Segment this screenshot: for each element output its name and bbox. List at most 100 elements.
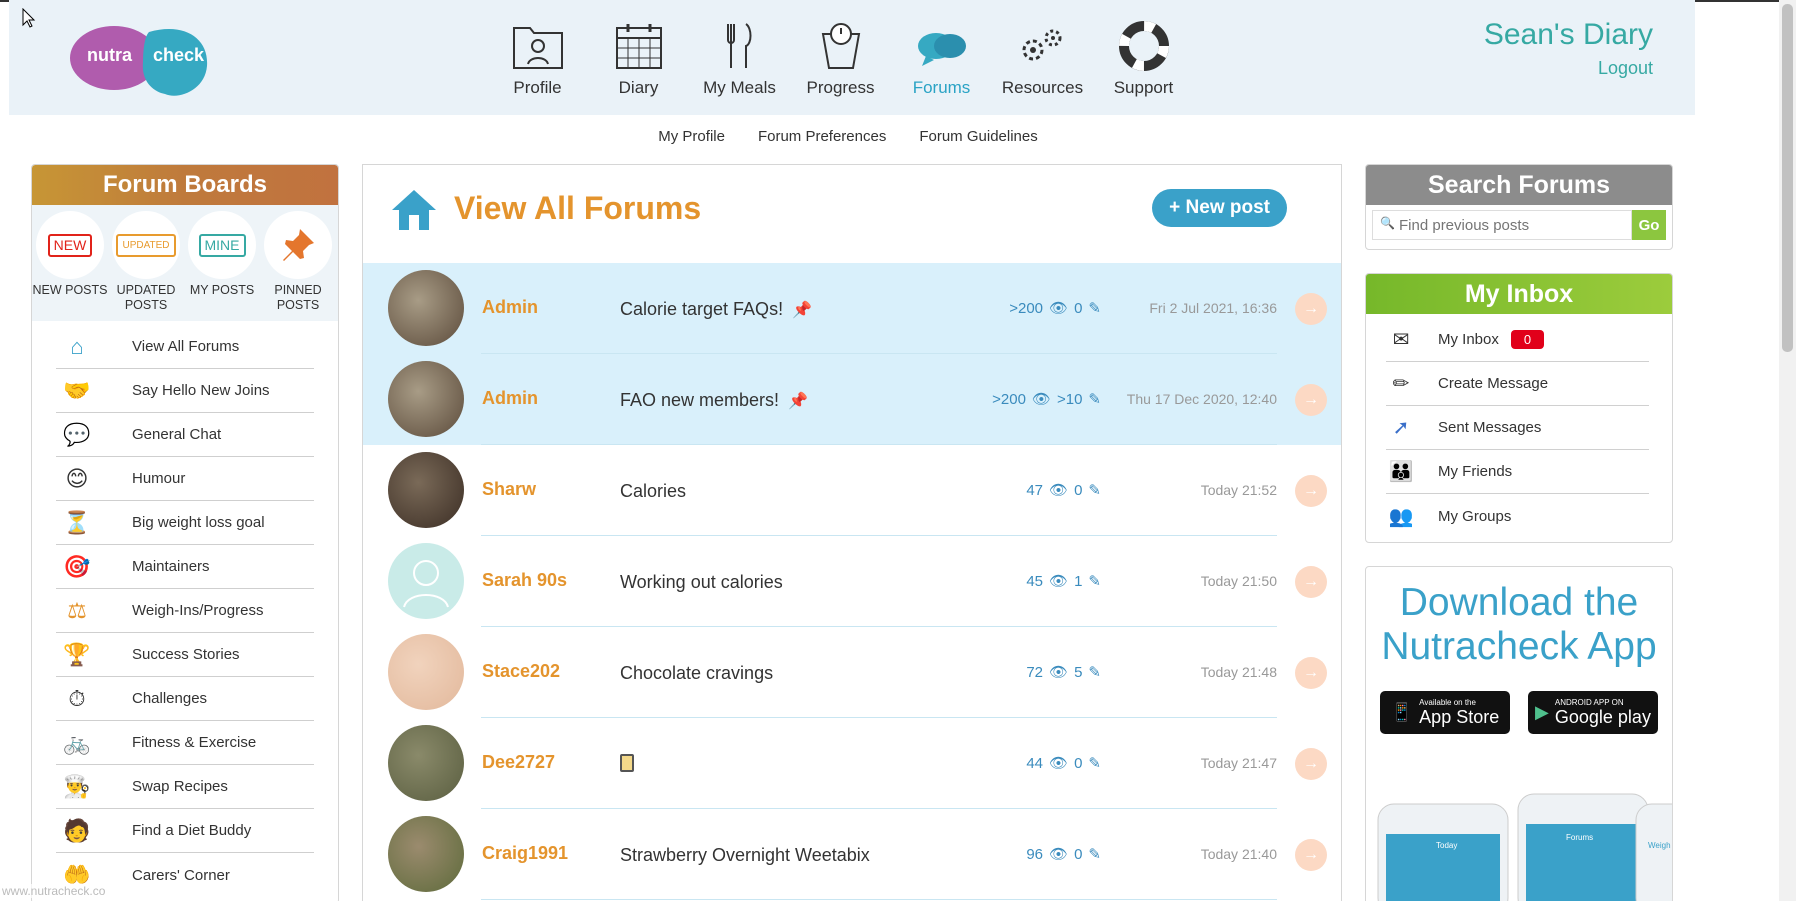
table-row[interactable]: Dee2727 44 👁 0 ✎ Today 21:47 → bbox=[363, 718, 1341, 809]
avatar[interactable] bbox=[388, 543, 464, 619]
table-row[interactable]: Admin Calorie target FAQs! 📌 >200 👁 0 ✎ … bbox=[363, 263, 1341, 354]
table-row[interactable]: Admin FAO new members! 📌 >200 👁 >10 ✎ Th… bbox=[363, 354, 1341, 445]
avatar[interactable] bbox=[388, 270, 464, 346]
post-date: Fri 2 Jul 2021, 16:36 bbox=[1149, 300, 1277, 316]
avatar[interactable] bbox=[388, 361, 464, 437]
post-subject[interactable]: Calorie target FAQs! 📌 bbox=[620, 299, 812, 320]
post-author[interactable]: Sharw bbox=[482, 479, 536, 500]
avatar[interactable] bbox=[388, 452, 464, 528]
open-post-arrow-icon[interactable]: → bbox=[1295, 748, 1327, 780]
svg-text:nutra: nutra bbox=[87, 45, 133, 65]
board-item[interactable]: 🚲 Fitness & Exercise bbox=[56, 721, 314, 765]
open-post-arrow-icon[interactable]: → bbox=[1295, 293, 1327, 325]
inbox-my-inbox[interactable]: ✉ My Inbox 0 bbox=[1386, 318, 1649, 362]
avatar[interactable] bbox=[388, 634, 464, 710]
open-post-arrow-icon[interactable]: → bbox=[1295, 384, 1327, 416]
nav-profile[interactable]: Profile bbox=[487, 20, 588, 98]
board-item[interactable]: ⏱ Challenges bbox=[56, 677, 314, 721]
nav-forums[interactable]: Forums bbox=[891, 20, 992, 98]
search-input[interactable] bbox=[1372, 210, 1632, 240]
forum-boards-panel: Forum Boards NEW NEW POSTS UPDATED UPDAT… bbox=[31, 164, 339, 901]
nav-profile-label: Profile bbox=[513, 78, 562, 97]
table-row[interactable]: Stace202 Chocolate cravings 72 👁 5 ✎ Tod… bbox=[363, 627, 1341, 718]
post-author[interactable]: Craig1991 bbox=[482, 843, 568, 864]
inbox-my-friends[interactable]: 👪 My Friends bbox=[1386, 450, 1649, 494]
my-inbox-box: My Inbox ✉ My Inbox 0 ✏ Create Message ➚ Sen… bbox=[1365, 273, 1673, 543]
envelope-icon: ✉ bbox=[1392, 329, 1410, 351]
inbox-create-message[interactable]: ✏ Create Message bbox=[1386, 362, 1649, 406]
reply-count: 5 bbox=[1074, 663, 1083, 681]
subnav-forum-guidelines[interactable]: Forum Guidelines bbox=[919, 128, 1037, 145]
quick-new-posts[interactable]: NEW NEW POSTS bbox=[32, 211, 108, 321]
edit-icon: ✎ bbox=[1088, 391, 1101, 408]
board-item[interactable]: 💬 General Chat bbox=[56, 413, 314, 457]
view-count: 45 bbox=[1026, 572, 1044, 590]
svg-text:check: check bbox=[153, 45, 205, 65]
logout-link[interactable]: Logout bbox=[1484, 58, 1653, 79]
quick-pinned-posts[interactable]: PINNED POSTS bbox=[260, 211, 336, 321]
inbox-sent-messages[interactable]: ➚ Sent Messages bbox=[1386, 406, 1649, 450]
new-post-button[interactable]: + New post bbox=[1152, 189, 1287, 227]
board-item[interactable]: ⌂ View All Forums bbox=[56, 325, 314, 369]
post-author[interactable]: Sarah 90s bbox=[482, 570, 567, 591]
quick-updated-posts[interactable]: UPDATED UPDATED POSTS bbox=[108, 211, 184, 321]
nav-progress[interactable]: Progress bbox=[790, 20, 891, 98]
avatar[interactable] bbox=[388, 725, 464, 801]
reply-count: 1 bbox=[1074, 572, 1083, 590]
post-subject[interactable]: Strawberry Overnight Weetabix bbox=[620, 845, 870, 866]
board-item[interactable]: 👨‍🍳 Swap Recipes bbox=[56, 765, 314, 809]
table-row[interactable]: Sharw Calories 47 👁 0 ✎ Today 21:52 → bbox=[363, 445, 1341, 536]
open-post-arrow-icon[interactable]: → bbox=[1295, 475, 1327, 507]
svg-text:Today: Today bbox=[1436, 841, 1457, 850]
edit-icon: ✎ bbox=[1088, 846, 1101, 863]
scrollbar-thumb[interactable] bbox=[1782, 4, 1793, 352]
post-subject[interactable]: FAO new members! 📌 bbox=[620, 390, 808, 411]
status-url: www.nutracheck.co bbox=[2, 884, 106, 898]
mouse-cursor-icon bbox=[22, 8, 36, 28]
nav-resources-label: Resources bbox=[1001, 78, 1084, 97]
google-play-button[interactable]: ▶ ANDROID APP ON Google play bbox=[1528, 691, 1658, 734]
search-icon: 🔍 bbox=[1380, 216, 1395, 230]
post-author[interactable]: Dee2727 bbox=[482, 752, 555, 773]
nav-diary[interactable]: Diary bbox=[588, 20, 689, 98]
eye-icon: 👁 bbox=[1049, 846, 1069, 863]
subnav-my-profile[interactable]: My Profile bbox=[658, 128, 725, 145]
avatar[interactable] bbox=[388, 816, 464, 892]
table-row[interactable]: Sarah 90s Working out calories 45 👁 1 ✎ … bbox=[363, 536, 1341, 627]
nutracheck-logo[interactable]: nutra check bbox=[69, 18, 214, 98]
post-subject[interactable]: Working out calories bbox=[620, 572, 783, 593]
smiley-icon: 😊 bbox=[65, 465, 89, 491]
quick-my-posts[interactable]: MINE MY POSTS bbox=[184, 211, 260, 321]
board-item[interactable]: 🧑 Find a Diet Buddy bbox=[56, 809, 314, 853]
table-row[interactable]: Craig1991 Strawberry Overnight Weetabix … bbox=[363, 809, 1341, 900]
nav-my-meals[interactable]: My Meals bbox=[689, 20, 790, 98]
app-store-button[interactable]: 📱 Available on the App Store bbox=[1380, 691, 1510, 734]
open-post-arrow-icon[interactable]: → bbox=[1295, 566, 1327, 598]
nav-resources[interactable]: Resources bbox=[992, 20, 1093, 98]
board-item[interactable]: 🎯 Maintainers bbox=[56, 545, 314, 589]
post-author[interactable]: Stace202 bbox=[482, 661, 560, 682]
board-item[interactable]: 🤝 Say Hello New Joins bbox=[56, 369, 314, 413]
subnav-forum-preferences[interactable]: Forum Preferences bbox=[758, 128, 886, 145]
search-go-button[interactable]: Go bbox=[1632, 210, 1666, 240]
gears-icon bbox=[1022, 29, 1061, 61]
board-item[interactable]: 😊 Humour bbox=[56, 457, 314, 501]
post-subject[interactable] bbox=[620, 754, 634, 777]
page-scrollbar[interactable] bbox=[1779, 0, 1796, 901]
eye-icon: 👁 bbox=[1049, 482, 1069, 499]
post-author[interactable]: Admin bbox=[482, 297, 538, 318]
open-post-arrow-icon[interactable]: → bbox=[1295, 839, 1327, 871]
app-promo-box: Download the Nutracheck App 📱 Available o… bbox=[1365, 566, 1673, 901]
post-author[interactable]: Admin bbox=[482, 388, 538, 409]
board-item[interactable]: 🏆 Success Stories bbox=[56, 633, 314, 677]
board-item[interactable]: ⏳ Big weight loss goal bbox=[56, 501, 314, 545]
view-count: 47 bbox=[1026, 481, 1044, 499]
inbox-my-groups[interactable]: 👥 My Groups bbox=[1386, 494, 1649, 538]
post-subject[interactable]: Chocolate cravings bbox=[620, 663, 773, 684]
site-header: nutra check Profile Diary My Meals Progr… bbox=[9, 0, 1695, 115]
post-subject[interactable]: Calories bbox=[620, 481, 686, 502]
board-item[interactable]: ⚖ Weigh-Ins/Progress bbox=[56, 589, 314, 633]
open-post-arrow-icon[interactable]: → bbox=[1295, 657, 1327, 689]
search-forums-box: Search Forums 🔍 Go bbox=[1365, 164, 1673, 250]
nav-support[interactable]: Support bbox=[1093, 20, 1194, 98]
